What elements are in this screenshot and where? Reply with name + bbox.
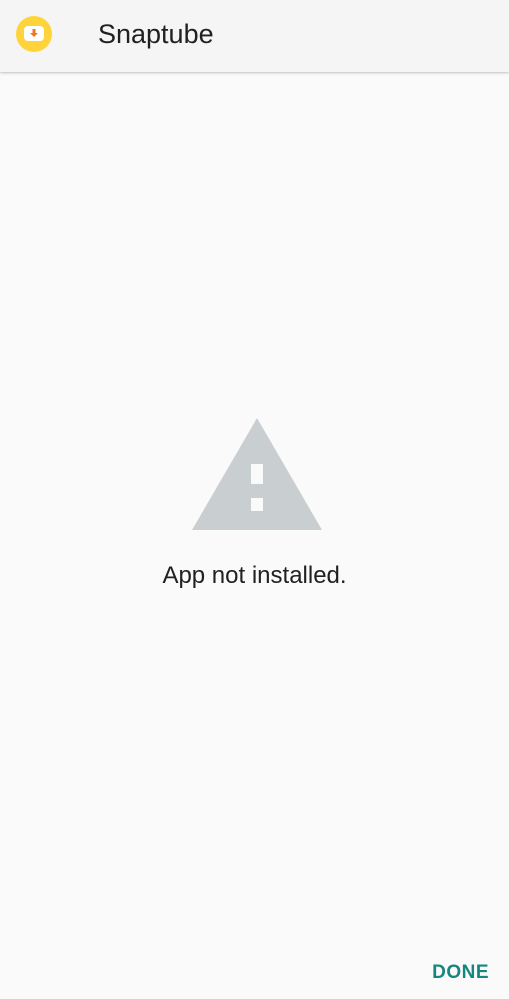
app-bar: Snaptube	[0, 0, 509, 72]
snaptube-app-icon	[16, 16, 52, 52]
install-result-screen: Snaptube App not installed. DONE	[0, 0, 509, 999]
warning-icon	[192, 418, 322, 530]
done-button[interactable]: DONE	[432, 962, 489, 984]
install-status-message: App not installed.	[162, 562, 347, 589]
app-title: Snaptube	[98, 19, 214, 49]
